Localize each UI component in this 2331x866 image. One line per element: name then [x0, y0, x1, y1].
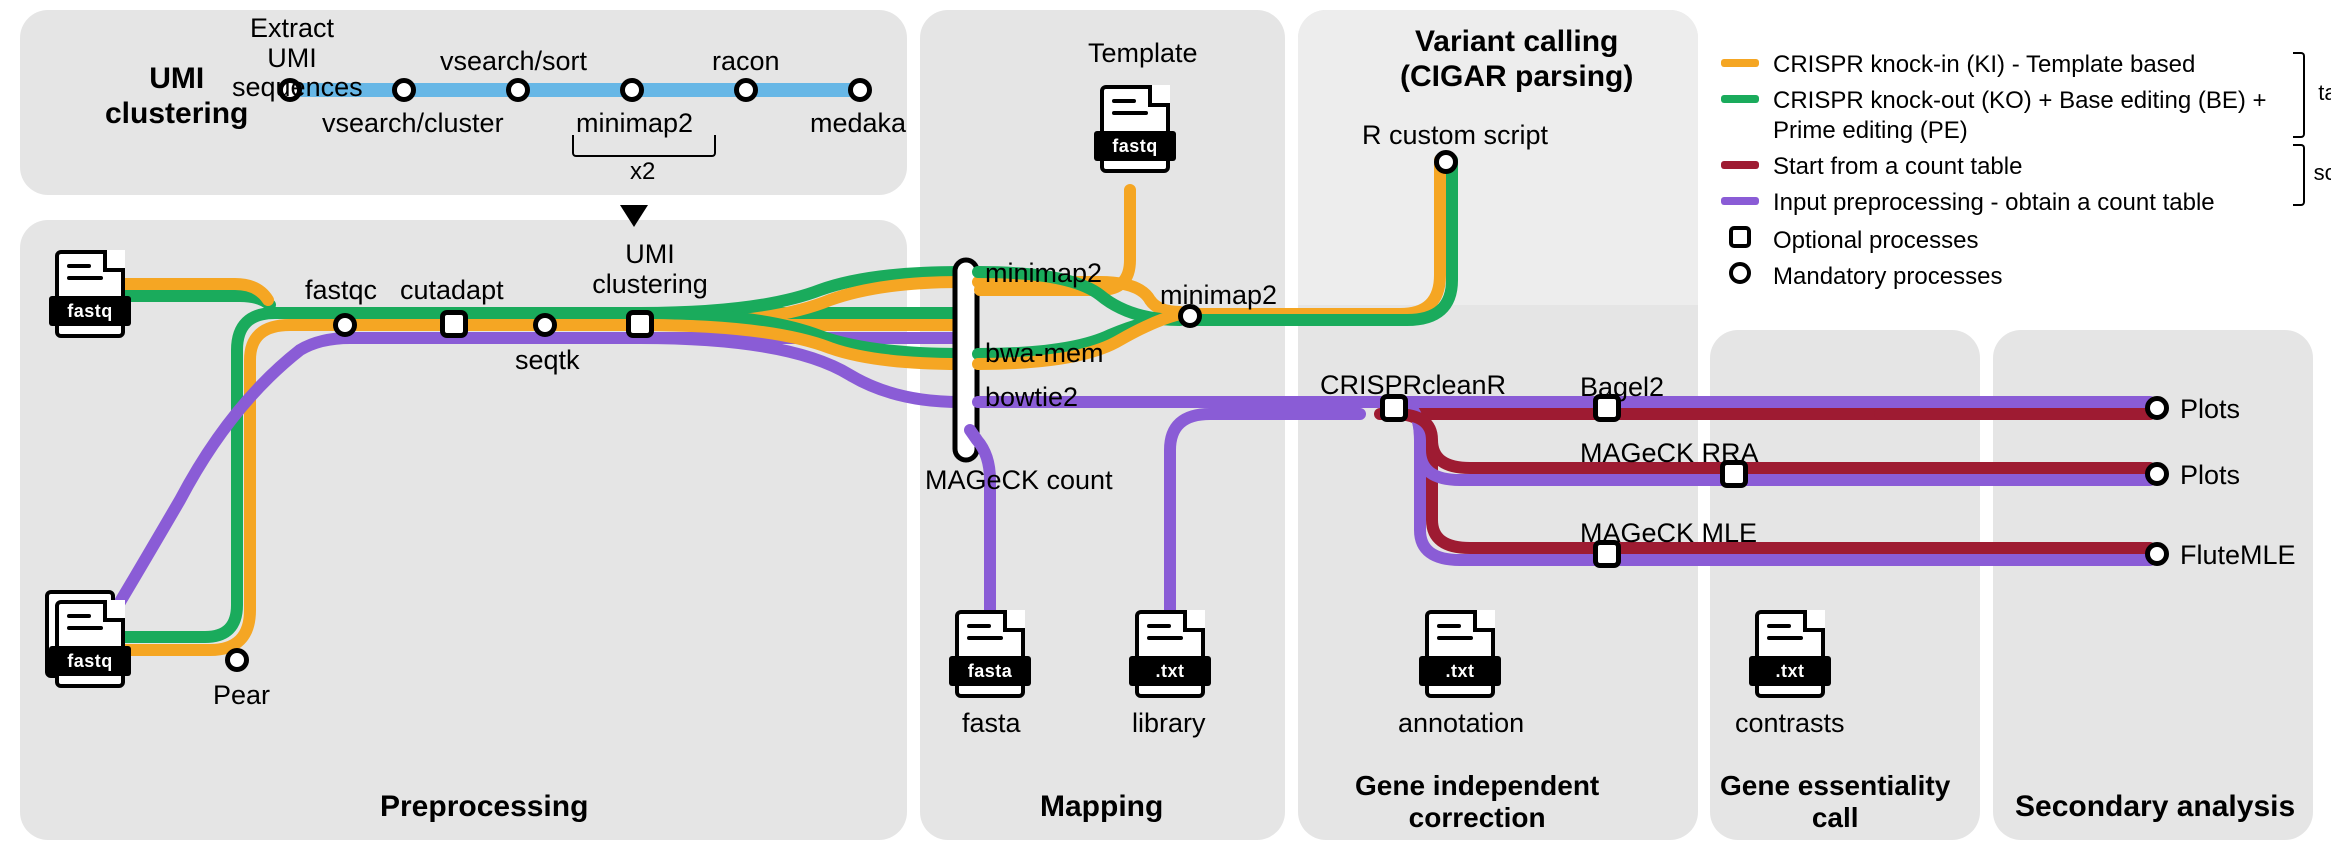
umi-medaka-label: medaka — [810, 108, 906, 139]
legend-ki: CRISPR knock-in (KI) - Template based — [1721, 50, 2291, 80]
crisprcleanr-node — [1380, 394, 1408, 422]
plots1-label: Plots — [2180, 394, 2240, 425]
cutadapt-node — [440, 310, 468, 338]
legend-screening-label: screening — [2314, 160, 2331, 186]
pipeline-diagram: Extract UMI sequences vsearch/cluster vs… — [0, 0, 2331, 866]
library-file-icon: .txt — [1135, 610, 1205, 698]
pear-label: Pear — [213, 680, 270, 711]
fastqc-node — [333, 313, 357, 337]
pear-node — [225, 648, 249, 672]
umi-medaka-node — [848, 78, 872, 102]
fasta-file-label: fasta — [962, 708, 1021, 739]
legend-swatch-purple — [1721, 197, 1759, 205]
umi-vsearch-sort-label: vsearch/sort — [440, 46, 587, 77]
minimap2-right-label: minimap2 — [1160, 280, 1277, 311]
legend-mandatory-icon — [1729, 262, 1751, 284]
flutemle-node — [2145, 542, 2169, 566]
secondary-analysis-title: Secondary analysis — [2015, 790, 2295, 824]
fastqc-label: fastqc — [305, 275, 377, 306]
minimap2-top-label: minimap2 — [985, 258, 1102, 289]
gene-independent-title: Gene independent correction — [1355, 770, 1599, 834]
flutemle-label: FluteMLE — [2180, 540, 2296, 571]
annotation-file-icon: .txt — [1425, 610, 1495, 698]
bowtie2-label: bowtie2 — [985, 382, 1078, 413]
legend-swatch-green — [1721, 95, 1759, 103]
legend-ko: CRISPR knock-out (KO) + Base editing (BE… — [1721, 86, 2291, 146]
legend-bracket-targeted — [2293, 52, 2305, 138]
legend-optional-icon — [1729, 226, 1751, 248]
legend-optional: Optional processes — [1721, 226, 2291, 256]
legend-swatch-red — [1721, 161, 1759, 169]
contrasts-file-label: contrasts — [1735, 708, 1845, 739]
crisprcleanr-label: CRISPRcleanR — [1320, 370, 1506, 401]
r-script-node — [1434, 150, 1458, 174]
template-label: Template — [1088, 38, 1198, 69]
legend: CRISPR knock-in (KI) - Template based CR… — [1721, 50, 2291, 298]
umi-vsearch-sort-node — [506, 78, 530, 102]
seqtk-node — [533, 313, 557, 337]
mageck-count-label: MAGeCK count — [925, 465, 1113, 496]
template-fastq-file-icon: fastq — [1100, 85, 1170, 173]
fasta-file-icon: fasta — [955, 610, 1025, 698]
seqtk-label: seqtk — [515, 345, 580, 376]
umi-vsearch-cluster-node — [392, 78, 416, 102]
umi-vsearch-cluster-label: vsearch/cluster — [322, 108, 504, 139]
plots1-node — [2145, 396, 2169, 420]
umi-clustering-title: UMI clustering — [105, 62, 248, 131]
mapping-title: Mapping — [1040, 790, 1163, 824]
legend-mandatory: Mandatory processes — [1721, 262, 2291, 292]
legend-start-count: Start from a count table — [1721, 152, 2291, 182]
gene-essentiality-title: Gene essentiality call — [1720, 770, 1950, 834]
legend-swatch-orange — [1721, 59, 1759, 67]
umi-clustering-proc-label: UMI clustering — [590, 240, 710, 299]
variant-calling-title: Variant calling (CIGAR parsing) — [1400, 25, 1633, 94]
umi-racon-label: racon — [712, 46, 780, 77]
fastq-stacked-file-icon: fastq — [55, 600, 125, 688]
umi-extract-label: Extract UMI sequences — [232, 14, 352, 103]
annotation-file-label: annotation — [1398, 708, 1524, 739]
bagel2-node — [1593, 394, 1621, 422]
legend-input-prep: Input preprocessing - obtain a count tab… — [1721, 188, 2291, 218]
umi-minimap2-label: minimap2 — [576, 108, 693, 139]
contrasts-file-icon: .txt — [1755, 610, 1825, 698]
preprocessing-title: Preprocessing — [380, 790, 588, 824]
gene-essentiality-box — [1710, 330, 1980, 840]
fastq-single-file-icon: fastq — [55, 250, 125, 338]
bwa-mem-label: bwa-mem — [985, 338, 1104, 369]
r-script-label: R custom script — [1362, 120, 1548, 151]
umi-x2-label: x2 — [630, 158, 655, 186]
library-file-label: library — [1132, 708, 1206, 739]
minimap2-right-node — [1178, 304, 1202, 328]
legend-targeted-label: targeted — [2318, 80, 2331, 106]
mageck-rra-node — [1720, 460, 1748, 488]
umi-racon-node — [734, 78, 758, 102]
plots2-label: Plots — [2180, 460, 2240, 491]
cutadapt-label: cutadapt — [400, 275, 504, 306]
mageck-mle-node — [1593, 540, 1621, 568]
umi-clustering-node — [626, 310, 654, 338]
arrow-down-icon — [620, 205, 648, 227]
legend-bracket-screening — [2293, 144, 2305, 206]
plots2-node — [2145, 462, 2169, 486]
umi-minimap2-node — [620, 78, 644, 102]
